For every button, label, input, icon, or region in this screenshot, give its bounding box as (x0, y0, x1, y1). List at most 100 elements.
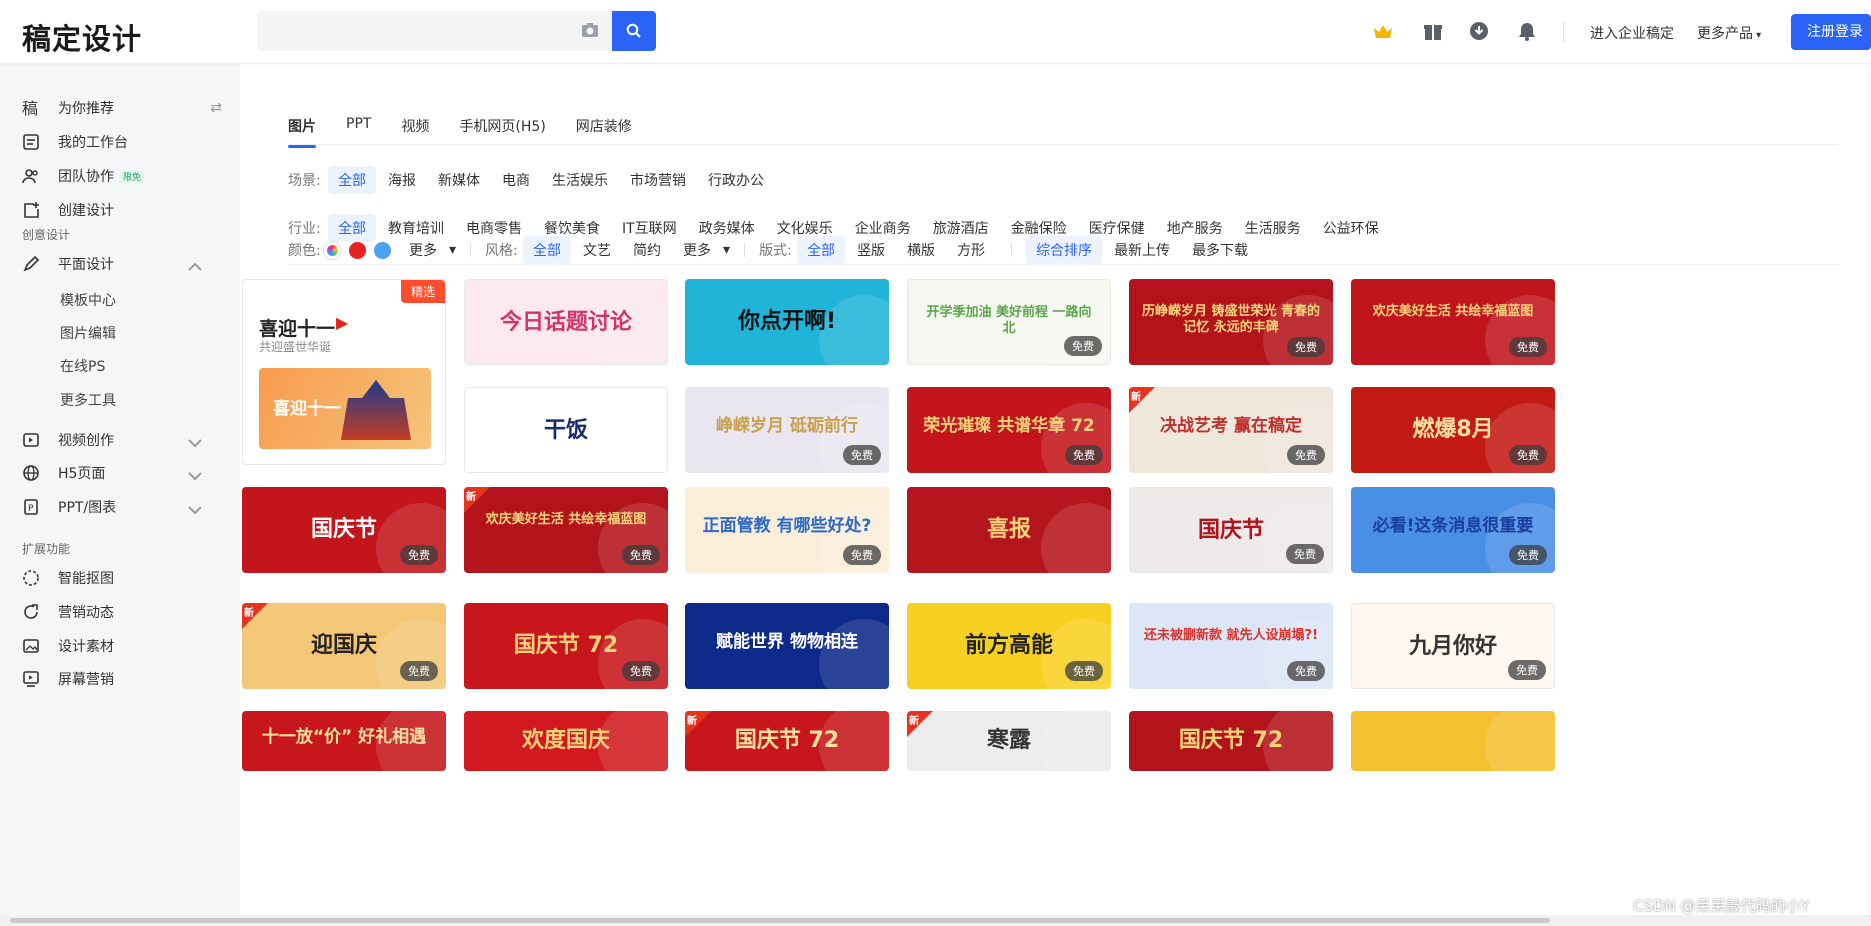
template-card[interactable]: 国庆节 72 新 (685, 711, 889, 771)
filter-scene-2[interactable]: 新媒体 (428, 166, 490, 194)
filter-format-2[interactable]: 横版 (897, 236, 945, 264)
download-icon[interactable] (1468, 20, 1490, 42)
template-card[interactable]: 燃爆8月 免费 (1351, 387, 1555, 473)
scroll-thumb[interactable] (10, 918, 1550, 923)
sidebar-item-video[interactable]: 视频创作 (22, 428, 222, 452)
template-card[interactable]: 干饭 (464, 387, 668, 473)
template-card[interactable]: 国庆节 免费 (1129, 487, 1333, 573)
template-card[interactable]: 喜报 (907, 487, 1111, 573)
filter-scene-0[interactable]: 全部 (328, 166, 376, 194)
filter-industry-13[interactable]: 公益环保 (1313, 214, 1389, 242)
filter-scene-3[interactable]: 电商 (492, 166, 540, 194)
template-card[interactable]: 还未被删新款 就先人设崩塌?! 免费 (1129, 603, 1333, 689)
sidebar-item-create[interactable]: 创建设计 (22, 198, 222, 222)
sidebar-item-workbench[interactable]: 我的工作台 (22, 130, 222, 154)
filter-style-1[interactable]: 文艺 (573, 236, 621, 264)
register-login-button[interactable]: 注册登录 (1791, 14, 1871, 50)
sidebar-item-ppt[interactable]: P PPT/图表 (22, 495, 222, 519)
color-blue-swatch[interactable] (374, 241, 391, 259)
template-card[interactable]: 国庆节 免费 (242, 487, 446, 573)
free-badge: 免费 (622, 661, 660, 681)
filter-style-2[interactable]: 简约 (623, 236, 671, 264)
template-card[interactable]: 国庆节 72 免费 (464, 603, 668, 689)
filter-scene-5[interactable]: 市场营销 (620, 166, 696, 194)
template-card[interactable]: 正面管教 有哪些好处? 免费 (685, 487, 889, 573)
sidebar-item-cutout[interactable]: 智能抠图 (22, 566, 222, 590)
color-more-dropdown[interactable]: 更多 (399, 236, 447, 264)
sidebar-item-recommend[interactable]: 稿 为你推荐 ⇄ (22, 96, 222, 120)
template-card[interactable]: 九月你好 免费 (1351, 603, 1555, 689)
video-icon (23, 433, 39, 447)
template-card[interactable] (1351, 711, 1555, 771)
bell-icon[interactable] (1516, 20, 1538, 42)
new-badge-label: 新 (244, 608, 254, 619)
template-card[interactable]: 荣光璀璨 共谱华章 72 免费 (907, 387, 1111, 473)
sidebar-sub-image-edit[interactable]: 图片编辑 (60, 323, 116, 343)
featured-artwork[interactable]: 喜迎十一 (259, 368, 431, 449)
filter-format-1[interactable]: 竖版 (847, 236, 895, 264)
search-box[interactable] (257, 11, 613, 51)
sidebar-item-assets[interactable]: 设计素材 (22, 634, 222, 658)
enterprise-link[interactable]: 进入企业稿定 (1590, 23, 1674, 43)
search-input[interactable] (257, 11, 557, 51)
vertical-scrollbar[interactable] (1867, 64, 1871, 915)
template-card[interactable]: 必看!这条消息很重要 免费 (1351, 487, 1555, 573)
free-badge: 免费 (1287, 445, 1325, 465)
template-card[interactable]: 峥嵘岁月 砥砺前行 免费 (685, 387, 889, 473)
free-badge: 免费 (1508, 660, 1546, 680)
sidebar-sub-more-tools[interactable]: 更多工具 (60, 390, 116, 410)
featured-tag: 精选 (400, 280, 445, 303)
more-products-menu[interactable]: 更多产品 ▾ (1697, 23, 1761, 43)
gift-icon[interactable] (1422, 20, 1444, 42)
sidebar-sub-online-ps[interactable]: 在线PS (60, 356, 105, 376)
filter-style-0[interactable]: 全部 (523, 236, 572, 264)
sliders-icon[interactable]: ⇄ (210, 100, 222, 116)
template-card[interactable]: 你点开啊! (685, 279, 889, 365)
sort-option-0[interactable]: 综合排序 (1026, 236, 1103, 264)
filter-format-0[interactable]: 全部 (797, 236, 846, 264)
template-card[interactable]: 寒露 新 (907, 711, 1111, 771)
sidebar-item-h5[interactable]: H5页面 (22, 461, 222, 485)
template-card[interactable]: 赋能世界 物物相连 (685, 603, 889, 689)
team-icon (22, 169, 38, 184)
template-card[interactable]: 迎国庆 新免费 (242, 603, 446, 689)
divider (1011, 243, 1013, 257)
template-card[interactable]: 历峥嵘岁月 铸盛世荣光 青春的记忆 永远的丰碑 免费 (1129, 279, 1333, 365)
filter-scene-6[interactable]: 行政办公 (698, 166, 774, 194)
style-more-dropdown[interactable]: 更多 (673, 236, 721, 264)
template-card[interactable]: 十一放“价” 好礼相遇 (242, 711, 446, 771)
sidebar-sub-template[interactable]: 模板中心 (60, 290, 116, 310)
color-rainbow-swatch[interactable] (324, 241, 341, 259)
free-badge: 免费 (400, 545, 438, 565)
filter-format-3[interactable]: 方形 (947, 236, 995, 264)
template-card[interactable]: 欢度国庆 (464, 711, 668, 771)
search-button[interactable] (612, 11, 656, 51)
card-decoration (819, 619, 889, 689)
horizontal-scrollbar[interactable] (0, 915, 1871, 926)
template-card[interactable]: 欢庆美好生活 共绘幸福蓝图新免费 (464, 487, 668, 573)
sidebar-item-team[interactable]: 团队协作 限免 (22, 164, 222, 188)
template-card[interactable]: 开学季加油 美好前程 一路向北 免费 (907, 279, 1111, 365)
template-card[interactable]: 国庆节 72 (1129, 711, 1333, 771)
camera-icon[interactable] (581, 22, 599, 38)
divider (470, 243, 472, 257)
template-card[interactable]: 今日话题讨论 (464, 279, 668, 365)
sort-option-2[interactable]: 最多下载 (1182, 236, 1258, 264)
template-card[interactable]: 前方高能 免费 (907, 603, 1111, 689)
sidebar-item-graphic-design[interactable]: 平面设计 (22, 252, 222, 276)
featured-card[interactable]: 精选 喜迎十一 ▶ 共迎盛世华诞 喜迎十一 (242, 279, 446, 465)
search-icon (626, 23, 641, 38)
template-card[interactable]: 欢庆美好生活 共绘幸福蓝图 免费 (1351, 279, 1555, 365)
template-card[interactable]: 决战艺考 赢在稿定 新免费 (1129, 387, 1333, 473)
sidebar-item-screen[interactable]: 屏幕营销 (22, 667, 222, 691)
create-icon (24, 202, 39, 218)
section-title: 创意设计 (22, 228, 71, 242)
sort-option-1[interactable]: 最新上传 (1104, 236, 1180, 264)
card-title: 十一放“价” 好礼相遇 (261, 727, 427, 747)
color-red-swatch[interactable] (349, 241, 366, 259)
brand-logo[interactable]: 稿定设计 (22, 16, 142, 58)
sidebar-item-marketing[interactable]: 营销动态 (22, 600, 222, 624)
filter-scene-4[interactable]: 生活娱乐 (542, 166, 618, 194)
filter-scene-1[interactable]: 海报 (378, 166, 426, 194)
vip-crown-icon[interactable] (1372, 20, 1394, 42)
